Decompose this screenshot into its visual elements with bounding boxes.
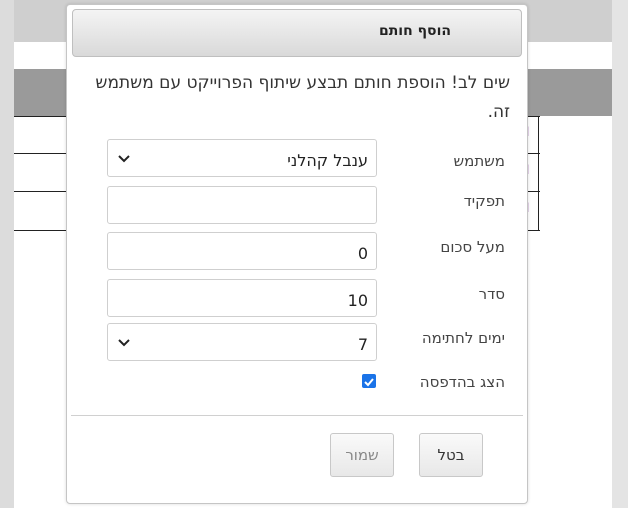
share-warning-notice: שים לב! הוספת חותם תבצע שיתוף הפרוייקט ע… bbox=[95, 73, 510, 122]
checkmark-icon bbox=[364, 378, 374, 387]
cancel-button[interactable]: בטל bbox=[419, 433, 483, 477]
order-input[interactable]: 10 bbox=[107, 279, 377, 317]
show-in-print-label: הצג בהדפסה bbox=[419, 373, 505, 391]
user-select[interactable]: ענבל קהלני bbox=[107, 139, 377, 177]
add-signer-dialog: הוסף חותם שים לב! הוספת חותם תבצע שיתוף … bbox=[66, 4, 528, 504]
order-value: 10 bbox=[347, 291, 368, 310]
above-amount-label: מעל סכום bbox=[440, 238, 505, 256]
role-input[interactable] bbox=[107, 186, 377, 224]
chevron-down-icon bbox=[118, 339, 130, 347]
page-scrollbar-track bbox=[612, 0, 628, 508]
role-label: תפקיד bbox=[463, 192, 505, 210]
above-amount-input[interactable]: 0 bbox=[107, 232, 377, 270]
days-to-sign-label: ימים לחתימה bbox=[421, 329, 505, 347]
show-in-print-checkbox[interactable] bbox=[362, 374, 376, 388]
days-to-sign-value: 7 bbox=[357, 335, 368, 354]
user-label: משתמש bbox=[453, 152, 506, 170]
background-column-separator bbox=[538, 116, 539, 231]
chevron-down-icon bbox=[118, 155, 130, 163]
user-select-value: ענבל קהלני bbox=[287, 151, 368, 170]
above-amount-value: 0 bbox=[357, 244, 368, 263]
order-label: סדר bbox=[478, 285, 505, 303]
save-button[interactable]: שמור bbox=[330, 433, 394, 477]
days-to-sign-select[interactable]: 7 bbox=[107, 323, 377, 361]
footer-divider bbox=[71, 415, 523, 416]
dialog-title: הוסף חותם bbox=[379, 23, 451, 39]
dialog-titlebar: הוסף חותם bbox=[72, 9, 522, 57]
